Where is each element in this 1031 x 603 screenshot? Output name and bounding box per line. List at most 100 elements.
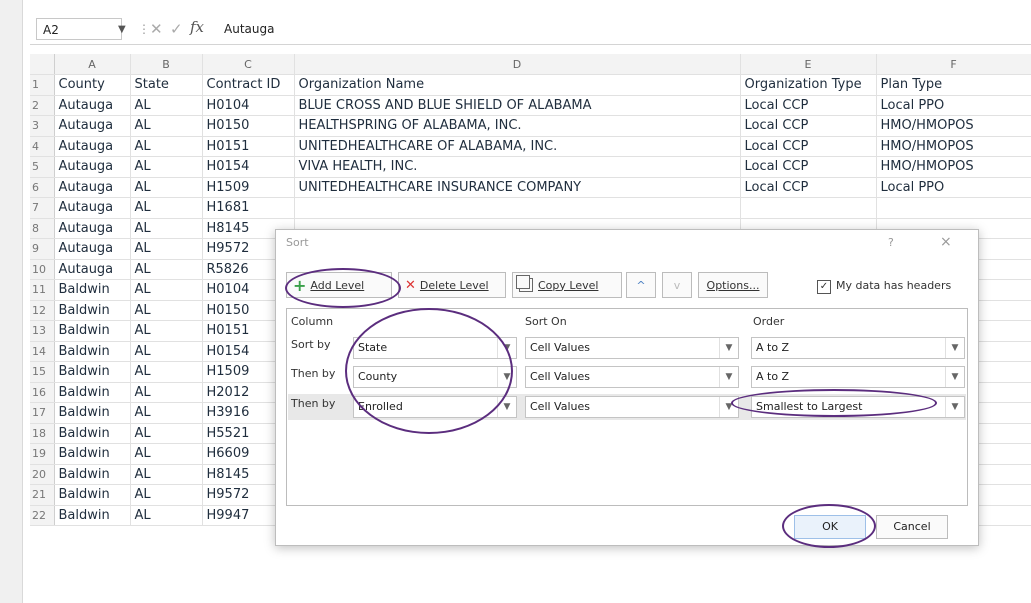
cell[interactable]: Contract ID xyxy=(202,74,295,96)
cell[interactable]: Baldwin xyxy=(54,382,131,403)
cell[interactable]: VIVA HEALTH, INC. xyxy=(294,156,741,178)
row-number[interactable]: 2 xyxy=(30,95,55,116)
cell[interactable]: H0104 xyxy=(202,95,295,116)
cell[interactable]: HEALTHSPRING OF ALABAMA, INC. xyxy=(294,115,741,137)
column-select[interactable]: Enrolled ▼ xyxy=(353,396,517,418)
column-header[interactable]: C xyxy=(202,54,295,75)
cell[interactable]: State xyxy=(130,74,203,96)
help-icon[interactable]: ? xyxy=(888,236,894,249)
sort-on-select[interactable]: Cell Values ▼ xyxy=(525,366,739,388)
row-number[interactable]: 8 xyxy=(30,218,55,239)
row-number[interactable]: 17 xyxy=(30,402,55,424)
cell[interactable]: AL xyxy=(130,197,203,219)
cell[interactable] xyxy=(294,197,741,219)
cell[interactable]: Autauga xyxy=(54,136,131,157)
row-number[interactable]: 18 xyxy=(30,423,55,444)
column-header[interactable]: E xyxy=(740,54,877,75)
options-button[interactable]: Options... xyxy=(698,272,768,298)
row-number[interactable]: 20 xyxy=(30,464,55,485)
cell[interactable]: AL xyxy=(130,177,203,198)
row-number[interactable]: 21 xyxy=(30,484,55,506)
cell[interactable]: AL xyxy=(130,320,203,342)
cell[interactable]: Baldwin xyxy=(54,464,131,485)
cell[interactable]: AL xyxy=(130,218,203,239)
cell[interactable]: AL xyxy=(130,341,203,362)
cancel-entry-icon[interactable]: ✕ xyxy=(150,20,163,38)
cell[interactable] xyxy=(740,197,877,219)
column-header[interactable]: B xyxy=(130,54,203,75)
cell[interactable]: Organization Name xyxy=(294,74,741,96)
cell[interactable]: Baldwin xyxy=(54,279,131,301)
row-number[interactable]: 14 xyxy=(30,341,55,362)
ok-button[interactable]: OK xyxy=(794,515,866,539)
cell[interactable]: Baldwin xyxy=(54,423,131,444)
cell[interactable]: AL xyxy=(130,95,203,116)
cell[interactable]: BLUE CROSS AND BLUE SHIELD OF ALABAMA xyxy=(294,95,741,116)
cell[interactable]: Autauga xyxy=(54,177,131,198)
cell[interactable] xyxy=(876,197,1031,219)
cell[interactable]: AL xyxy=(130,259,203,280)
column-header[interactable]: D xyxy=(294,54,741,75)
cell[interactable]: County xyxy=(54,74,131,96)
cell[interactable]: AL xyxy=(130,156,203,178)
cell[interactable]: Baldwin xyxy=(54,361,131,383)
cell[interactable]: H0150 xyxy=(202,115,295,137)
cell[interactable]: Baldwin xyxy=(54,484,131,506)
name-box[interactable]: A2 xyxy=(36,18,122,40)
cell[interactable]: AL xyxy=(130,382,203,403)
row-number[interactable]: 16 xyxy=(30,382,55,403)
cell[interactable]: H0154 xyxy=(202,156,295,178)
cell[interactable]: Local CCP xyxy=(740,136,877,157)
copy-level-button[interactable]: Copy Level xyxy=(512,272,622,298)
chevron-down-icon[interactable]: ▼ xyxy=(118,24,126,35)
cell[interactable]: Autauga xyxy=(54,218,131,239)
row-number[interactable]: 15 xyxy=(30,361,55,383)
row-number[interactable]: 6 xyxy=(30,177,55,198)
cell[interactable]: Plan Type xyxy=(876,74,1031,96)
cell[interactable]: Local CCP xyxy=(740,115,877,137)
sort-on-select[interactable]: Cell Values ▼ xyxy=(525,396,739,418)
cell[interactable]: AL xyxy=(130,115,203,137)
column-header[interactable]: A xyxy=(54,54,131,75)
order-select[interactable]: Smallest to Largest ▼ xyxy=(751,396,965,418)
cell[interactable]: Local CCP xyxy=(740,177,877,198)
sort-on-select[interactable]: Cell Values ▼ xyxy=(525,337,739,359)
cell[interactable]: H0151 xyxy=(202,136,295,157)
row-number[interactable]: 7 xyxy=(30,197,55,219)
cell[interactable]: HMO/HMOPOS xyxy=(876,136,1031,157)
row-number[interactable]: 22 xyxy=(30,505,55,526)
column-header[interactable]: F xyxy=(876,54,1031,75)
cell[interactable]: Baldwin xyxy=(54,320,131,342)
row-number[interactable]: 10 xyxy=(30,259,55,280)
cell[interactable]: AL xyxy=(130,238,203,260)
insert-function-icon[interactable]: fx xyxy=(190,18,204,36)
cell[interactable]: Baldwin xyxy=(54,505,131,526)
cell[interactable]: Autauga xyxy=(54,115,131,137)
cell[interactable]: AL xyxy=(130,361,203,383)
cell[interactable]: H1681 xyxy=(202,197,295,219)
cell[interactable]: AL xyxy=(130,464,203,485)
cell[interactable]: Baldwin xyxy=(54,300,131,321)
cancel-button[interactable]: Cancel xyxy=(876,515,948,539)
cell[interactable]: Baldwin xyxy=(54,443,131,465)
cell[interactable]: AL xyxy=(130,279,203,301)
row-number[interactable]: 13 xyxy=(30,320,55,342)
row-number[interactable]: 3 xyxy=(30,115,55,137)
cell[interactable]: Autauga xyxy=(54,259,131,280)
cell[interactable]: AL xyxy=(130,136,203,157)
cell[interactable]: AL xyxy=(130,443,203,465)
cell[interactable]: AL xyxy=(130,423,203,444)
close-icon[interactable]: × xyxy=(940,234,952,250)
cell[interactable]: UNITEDHEALTHCARE OF ALABAMA, INC. xyxy=(294,136,741,157)
cell[interactable]: UNITEDHEALTHCARE INSURANCE COMPANY xyxy=(294,177,741,198)
move-down-button[interactable]: v xyxy=(662,272,692,298)
delete-level-button[interactable]: ✕ Delete Level xyxy=(398,272,506,298)
cell[interactable]: Autauga xyxy=(54,156,131,178)
column-select[interactable]: County ▼ xyxy=(353,366,517,388)
cell[interactable]: Local PPO xyxy=(876,177,1031,198)
cell[interactable]: Local PPO xyxy=(876,95,1031,116)
row-number[interactable]: 5 xyxy=(30,156,55,178)
row-number[interactable]: 12 xyxy=(30,300,55,321)
headers-checkbox[interactable]: ✓ xyxy=(817,280,831,294)
cell[interactable]: Baldwin xyxy=(54,341,131,362)
